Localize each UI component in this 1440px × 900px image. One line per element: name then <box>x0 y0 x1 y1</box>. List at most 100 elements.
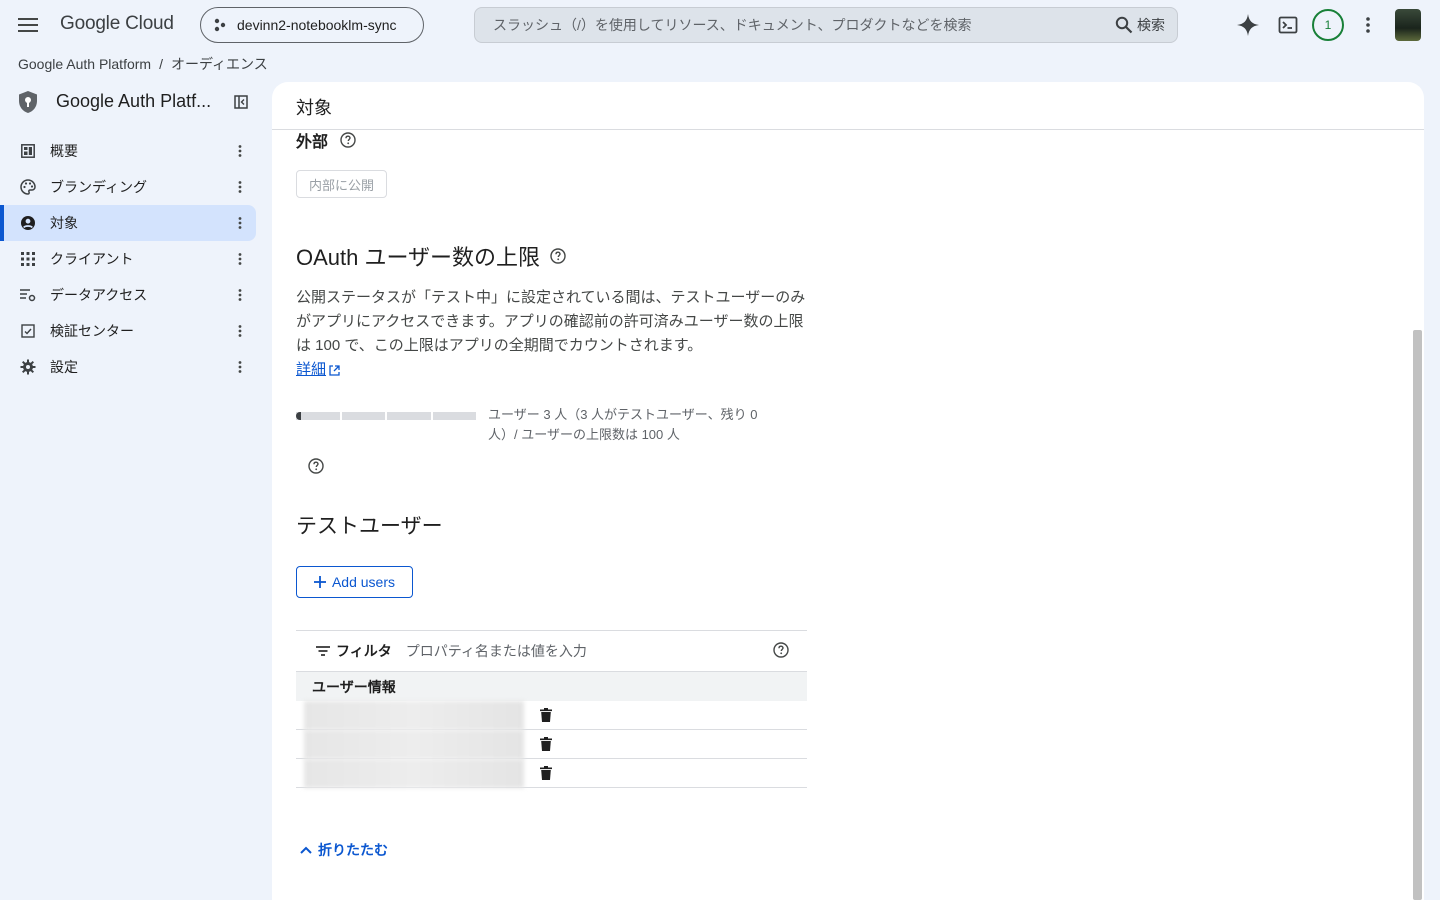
delete-icon[interactable] <box>540 708 552 722</box>
main-panel: 対象 外部 内部に公開 OAuth ユーザー数の上限 公開ステータスが「テスト中… <box>272 82 1424 900</box>
sidebar-item-label: 検証センター <box>50 323 134 339</box>
gear-icon <box>20 359 36 375</box>
avatar[interactable] <box>1395 9 1421 41</box>
progress-segment <box>341 412 385 420</box>
gemini-button[interactable] <box>1234 11 1262 39</box>
sparkle-icon <box>1237 14 1259 36</box>
main-header: 対象 <box>272 82 1424 130</box>
sidebar-item-branding[interactable]: ブランディング <box>0 169 256 205</box>
more-vert-icon[interactable] <box>232 286 248 304</box>
help-icon[interactable] <box>308 458 324 474</box>
collapse-sidebar-button[interactable] <box>232 93 250 111</box>
learn-more-link-text: 詳細 <box>296 361 327 378</box>
redacted-user-cell <box>304 730 524 759</box>
sidebar-item-verification-center[interactable]: 検証センター <box>0 313 256 349</box>
progress-segment <box>387 412 431 420</box>
collapse-label: 折りたたむ <box>318 842 388 858</box>
notifications-badge[interactable]: 1 <box>1312 9 1344 41</box>
search-button-label: 検索 <box>1137 17 1165 33</box>
dashboard-icon <box>20 143 36 159</box>
search-input[interactable] <box>493 17 1115 33</box>
help-icon[interactable] <box>340 132 356 148</box>
test-users-title: テストユーザー <box>296 515 443 538</box>
user-type-heading: 外部 <box>296 128 356 152</box>
scrollbar[interactable] <box>1413 330 1422 900</box>
filter-input[interactable] <box>405 643 746 659</box>
sidebar-item-clients[interactable]: クライアント <box>0 241 256 277</box>
delete-icon[interactable] <box>540 737 552 751</box>
table-row <box>296 701 807 730</box>
sidebar-item-label: データアクセス <box>50 287 148 303</box>
oauth-limit-title: OAuth ユーザー数の上限 <box>296 240 566 272</box>
cloud-shell-button[interactable] <box>1274 11 1302 39</box>
account-circle-icon <box>20 215 36 231</box>
terminal-icon <box>1278 16 1298 34</box>
apps-grid-icon <box>20 251 36 267</box>
make-internal-button[interactable]: 内部に公開 <box>296 170 388 198</box>
user-cap-progress-bar <box>296 412 476 420</box>
google-cloud-logo[interactable]: Google Cloud <box>60 13 174 35</box>
dock-left-icon <box>234 95 248 109</box>
progress-segment <box>432 412 476 420</box>
sidebar-item-label: 設定 <box>50 359 78 375</box>
redacted-user-cell <box>304 701 524 730</box>
sidebar-item-data-access[interactable]: データアクセス <box>0 277 256 313</box>
search-icon <box>1115 16 1133 34</box>
redacted-user-cell <box>304 759 524 788</box>
search-bar[interactable]: 検索 <box>474 7 1178 43</box>
filter-label-text: フィルタ <box>336 643 392 659</box>
more-vert-icon[interactable] <box>232 358 248 376</box>
oauth-limit-description: 公開ステータスが「テスト中」に設定されている間は、テストユーザーのみがアプリにア… <box>296 286 810 382</box>
more-vert-icon[interactable] <box>232 250 248 268</box>
help-icon[interactable] <box>773 642 789 658</box>
top-bar: Google Cloud devinn2-notebooklm-sync 検索 … <box>0 0 1440 50</box>
add-users-label: Add users <box>331 574 396 590</box>
delete-icon[interactable] <box>540 766 552 780</box>
more-options-button[interactable] <box>1354 11 1382 39</box>
sidebar: Google Auth Platf... 概要 ブランディング 対象 クライアン… <box>0 82 272 375</box>
column-header-user-info: ユーザー情報 <box>296 672 807 701</box>
hamburger-menu-icon <box>18 18 38 32</box>
shield-icon <box>18 90 38 119</box>
project-selector[interactable]: devinn2-notebooklm-sync <box>200 7 424 43</box>
help-icon[interactable] <box>550 248 566 264</box>
sidebar-item-overview[interactable]: 概要 <box>0 133 256 169</box>
user-cap-label: ユーザー 3 人（3 人がテストユーザー、残り 0 人）/ ユーザーの上限数は … <box>488 407 758 442</box>
sidebar-item-audience[interactable]: 対象 <box>0 205 256 241</box>
user-type-label: 外部 <box>296 134 329 151</box>
more-vert-icon[interactable] <box>232 142 248 160</box>
product-title: Google Auth Platf... <box>56 91 212 111</box>
learn-more-link[interactable]: 詳細 <box>296 358 340 382</box>
more-vert-icon[interactable] <box>232 178 248 196</box>
collapse-button[interactable]: 折りたたむ <box>300 840 388 860</box>
filter-list-icon <box>316 646 330 656</box>
search-button[interactable]: 検索 <box>1115 15 1165 35</box>
breadcrumb-separator: / <box>159 56 163 72</box>
sidebar-item-label: 対象 <box>50 215 78 231</box>
filter-bar: フィルタ <box>296 630 807 672</box>
filter-button[interactable]: フィルタ <box>316 641 392 661</box>
more-vert-icon[interactable] <box>232 322 248 340</box>
breadcrumb-root[interactable]: Google Auth Platform <box>18 56 151 72</box>
main-menu-button[interactable] <box>14 11 42 39</box>
sidebar-item-label: 概要 <box>50 143 78 159</box>
sidebar-item-label: ブランディング <box>50 179 148 195</box>
test-users-table: ユーザー情報 <box>296 672 807 788</box>
palette-icon <box>20 179 36 195</box>
chevron-up-icon <box>300 846 312 854</box>
breadcrumb: Google Auth Platform / オーディエンス <box>18 54 268 74</box>
product-header: Google Auth Platf... <box>0 82 272 122</box>
project-name: devinn2-notebooklm-sync <box>237 17 397 33</box>
page-title: 対象 <box>296 98 332 118</box>
sidebar-nav: 概要 ブランディング 対象 クライアント データアクセス 検証センター 設定 <box>0 133 272 385</box>
more-vert-icon[interactable] <box>232 214 248 232</box>
add-users-button[interactable]: Add users <box>296 566 413 598</box>
table-row <box>296 730 807 759</box>
progress-fill <box>296 412 302 420</box>
more-vert-icon <box>1366 17 1370 33</box>
oauth-limit-description-text: 公開ステータスが「テスト中」に設定されている間は、テストユーザーのみがアプリにア… <box>296 289 806 354</box>
breadcrumb-current: オーディエンス <box>170 56 268 72</box>
progress-segment <box>296 412 340 420</box>
sidebar-item-settings[interactable]: 設定 <box>0 349 256 385</box>
project-icon <box>213 18 227 32</box>
